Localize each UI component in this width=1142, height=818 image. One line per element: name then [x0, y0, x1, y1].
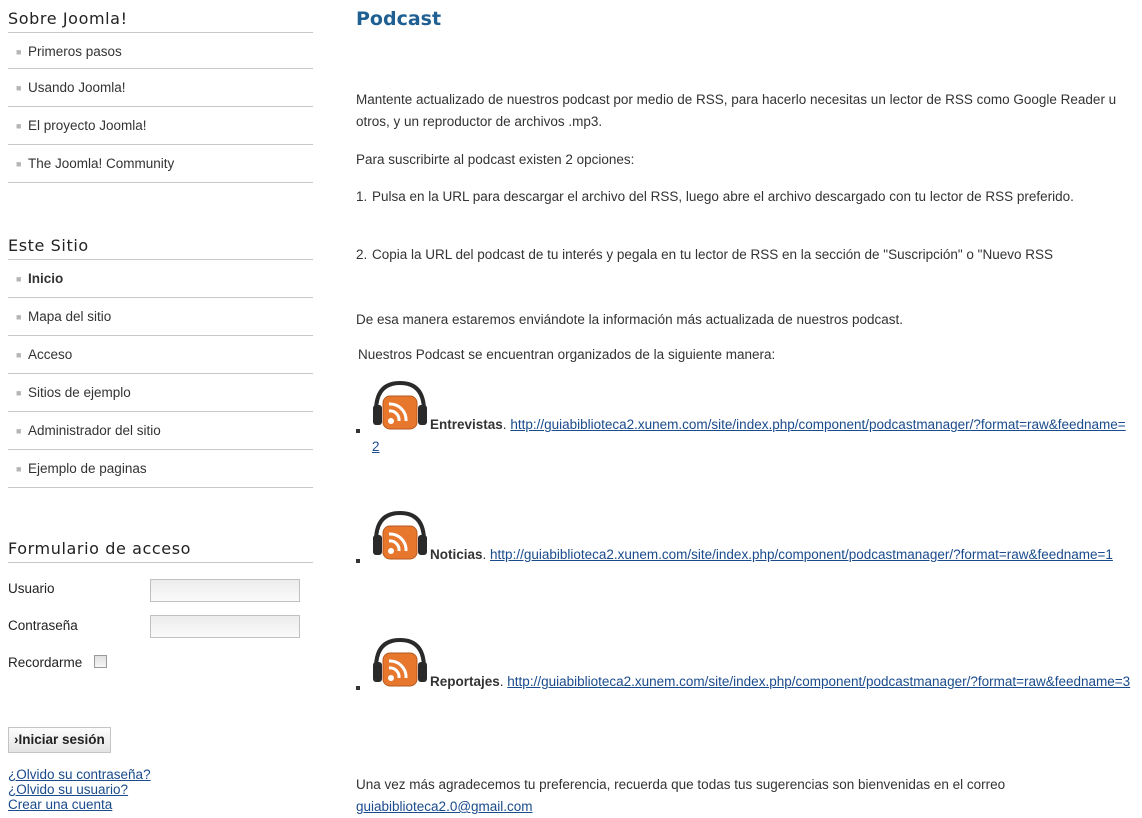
menu-item-ejemplo-de-paginas[interactable]: ■ Ejemplo de paginas — [8, 450, 313, 488]
podcast-name: Reportajes — [430, 674, 500, 689]
menu-item-label: El proyecto Joomla! — [28, 118, 147, 133]
option-item-2: 2. Copia la URL del podcast de tu interé… — [356, 244, 1138, 288]
menu-item-acceso[interactable]: ■ Acceso — [8, 336, 313, 374]
square-bullet-icon: ■ — [16, 274, 22, 284]
square-bullet-icon: ■ — [16, 464, 22, 474]
about-joomla-title: Sobre Joomla! — [8, 9, 313, 33]
podcast-item-entrevistas: Entrevistas. http://guiabiblioteca2.xune… — [356, 377, 1138, 454]
option-item-1: 1. Pulsa en la URL para descargar el arc… — [356, 186, 1138, 230]
menu-item-mapa-del-sitio[interactable]: ■ Mapa del sitio — [8, 298, 313, 336]
menu-item-label: Acceso — [28, 347, 73, 362]
menu-item-inicio[interactable]: ■ Inicio — [8, 260, 313, 298]
podcast-name: Noticias — [430, 547, 483, 562]
menu-item-joomla-community[interactable]: ■ The Joomla! Community — [8, 145, 313, 183]
remember-checkbox[interactable] — [94, 655, 108, 668]
menu-item-label: Sitios de ejemplo — [28, 385, 131, 400]
option-number: 1. — [356, 189, 368, 204]
organized-note: Nuestros Podcast se encuentran organizad… — [358, 347, 776, 362]
square-bullet-icon: ■ — [16, 388, 22, 398]
square-bullet-icon: ■ — [16, 350, 22, 360]
password-input[interactable] — [150, 615, 300, 638]
username-row: Usuario — [8, 581, 55, 596]
square-bullet-icon: ■ — [16, 121, 22, 131]
about-joomla-menu: ■ Primeros pasos ■ Usando Joomla! ■ El proy… — [8, 33, 313, 183]
options-intro: Para suscribirte al podcast existen 2 op… — [356, 152, 635, 167]
menu-item-usando-joomla[interactable]: ■ Usando Joomla! — [8, 69, 313, 107]
option-number: 2. — [356, 247, 368, 262]
menu-item-label: Mapa del sitio — [28, 309, 112, 324]
option-text: Copia la URL del podcast de tu interés y… — [372, 247, 1054, 262]
menu-item-label: Ejemplo de paginas — [28, 461, 147, 476]
menu-item-sitios-de-ejemplo[interactable]: ■ Sitios de ejemplo — [8, 374, 313, 412]
square-bullet-icon: ■ — [16, 159, 22, 169]
square-bullet-icon — [356, 559, 360, 563]
about-joomla-module: Sobre Joomla! ■ Primeros pasos ■ Usando Jo… — [8, 9, 313, 183]
login-module: Formulario de acceso Usuario Contraseña … — [8, 539, 313, 812]
forgot-password-link[interactable]: ¿Olvido su contraseña? — [8, 767, 151, 782]
login-form: Usuario Contraseña Recordarme ›Iniciar s… — [8, 563, 313, 812]
remember-row: Recordarme — [8, 655, 108, 670]
podcast-name: Entrevistas — [430, 417, 503, 432]
forgot-username-link[interactable]: ¿Olvido su usuario? — [8, 782, 151, 797]
podcast-text: Noticias. http://guiabiblioteca2.xunem.c… — [372, 544, 1132, 566]
podcast-text: Reportajes. http://guiabiblioteca2.xunem… — [372, 671, 1132, 693]
square-bullet-icon: ■ — [16, 312, 22, 322]
square-bullet-icon — [356, 429, 360, 433]
podcast-item-reportajes: Reportajes. http://guiabiblioteca2.xunem… — [356, 634, 1138, 704]
closing-paragraph: Una vez más agradecemos tu preferencia, … — [356, 774, 1138, 818]
square-bullet-icon: ■ — [16, 47, 22, 57]
square-bullet-icon — [356, 686, 360, 690]
option-text: Pulsa en la URL para descargar el archiv… — [372, 189, 1074, 204]
remember-label: Recordarme — [8, 655, 83, 670]
podcast-text: Entrevistas. http://guiabiblioteca2.xune… — [372, 414, 1132, 458]
updated-note: De esa manera estaremos enviándote la in… — [356, 312, 904, 327]
menu-item-label: Usando Joomla! — [28, 80, 126, 95]
login-title: Formulario de acceso — [8, 539, 313, 563]
menu-item-administrador[interactable]: ■ Administrador del sitio — [8, 412, 313, 450]
email-link[interactable]: guiabiblioteca2.0@gmail.com — [356, 799, 533, 814]
podcast-separator: . — [482, 547, 491, 562]
login-submit-button[interactable]: ›Iniciar sesión — [8, 727, 111, 753]
create-account-link[interactable]: Crear una cuenta — [8, 797, 151, 812]
menu-item-primeros-pasos[interactable]: ■ Primeros pasos — [8, 33, 313, 69]
login-links: ¿Olvido su contraseña? ¿Olvido su usuari… — [8, 767, 151, 812]
square-bullet-icon: ■ — [16, 426, 22, 436]
this-site-module: Este Sitio ■ Inicio ■ Mapa del sitio ■ Acce… — [8, 236, 313, 488]
this-site-menu: ■ Inicio ■ Mapa del sitio ■ Acceso ■ Sitios … — [8, 260, 313, 488]
menu-item-proyecto-joomla[interactable]: ■ El proyecto Joomla! — [8, 107, 313, 145]
username-input[interactable] — [150, 579, 300, 602]
password-label: Contraseña — [8, 618, 78, 633]
podcast-feed-link[interactable]: http://guiabiblioteca2.xunem.com/site/in… — [507, 674, 1130, 689]
username-label: Usuario — [8, 581, 55, 596]
page-title: Podcast — [356, 8, 442, 30]
intro-paragraph: Mantente actualizado de nuestros podcast… — [356, 92, 1117, 129]
menu-item-label: Primeros pasos — [28, 44, 122, 59]
closing-text: Una vez más agradecemos tu preferencia, … — [356, 777, 1006, 792]
menu-item-label: The Joomla! Community — [28, 156, 175, 171]
menu-item-label: Administrador del sitio — [28, 423, 161, 438]
square-bullet-icon: ■ — [16, 83, 22, 93]
podcast-item-noticias: Noticias. http://guiabiblioteca2.xunem.c… — [356, 507, 1138, 577]
podcast-feed-link[interactable]: http://guiabiblioteca2.xunem.com/site/in… — [490, 547, 1113, 562]
password-row: Contraseña — [8, 618, 78, 633]
this-site-title: Este Sitio — [8, 236, 313, 260]
menu-item-label: Inicio — [28, 271, 64, 286]
